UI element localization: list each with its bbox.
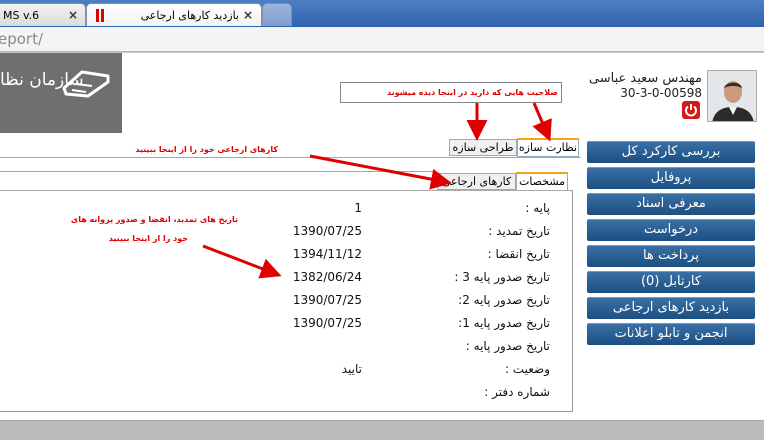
url-text: eport/ [0,30,44,48]
label-expiry-date: تاریخ انقضا : [487,247,550,261]
annotation-referred-works: کارهای ارجاعی خود را از اینجا ببینید [135,145,278,154]
label-grade: پایه : [525,201,550,215]
sidebar-item-forum[interactable]: انجمن و تابلو اعلانات [587,323,755,345]
sidebar-item-payments[interactable]: پرداخت ها [587,245,755,267]
site-favicon-icon [96,9,99,22]
label-issue-grade-1: تاریخ صدور پایه 1: [458,316,550,330]
org-name: سازمان نظا [0,70,84,90]
label-issue-grade: تاریخ صدور پایه : [465,339,550,353]
value-expiry-date: 1394/11/12 [292,247,362,261]
sidebar-item-request[interactable]: درخواست [587,219,755,241]
browser-tab-1-label: MS v.6 [3,9,40,22]
tabs-divider [0,157,581,158]
logout-button[interactable] [682,101,700,119]
tab-referred-works[interactable]: کارهای ارجاعی [437,173,516,190]
subtabs-divider [0,171,436,172]
address-bar[interactable]: eport/ [0,27,764,52]
label-issue-grade-2: تاریخ صدور پایه 2: [458,293,550,307]
value-status: تایید [341,362,362,376]
browser-tab-2[interactable]: بازدید کارهای ارجاعی × [86,3,262,26]
user-code: 30-3-0-00598 [620,86,702,100]
annotation-qualifications: صلاحیت هایی که دارید در اینجا دیده میشون… [387,88,558,97]
close-icon[interactable]: × [68,8,78,22]
value-grade: 1 [354,201,362,215]
browser-tab-1[interactable]: MS v.6 × [0,3,86,26]
value-issue-grade-2: 1390/07/25 [292,293,362,307]
user-photo-icon [708,71,756,121]
label-status: وضعیت : [504,362,550,376]
new-tab-button[interactable] [262,3,292,26]
browser-tab-2-label: بازدید کارهای ارجاعی [140,9,239,22]
label-office-number: شماره دفتر : [484,385,550,399]
value-issue-grade-3: 1382/06/24 [292,270,362,284]
sidebar-item-referred-visits[interactable]: بازدید کارهای ارجاعی [587,297,755,319]
sidebar-item-documents[interactable]: معرفی اسناد [587,193,755,215]
value-issue-grade-1: 1390/07/25 [292,316,362,330]
annotation-dates-line-2: خود را از اینجا ببینید [108,234,188,243]
tab-structure-supervision[interactable]: نظارت سازه [517,138,579,157]
annotation-dates-line-1: تاریخ های تمدید، انقضا و صدور پروانه های [70,215,238,224]
close-icon[interactable]: × [243,8,253,22]
tab-specifications[interactable]: مشخصات [516,172,568,191]
label-renewal-date: تاریخ تمدید : [488,224,550,238]
value-renewal-date: 1390/07/25 [292,224,362,238]
sidebar-item-profile[interactable]: پروفایل [587,167,755,189]
sidebar-item-overall-performance[interactable]: بررسی کارکرد کل [587,141,755,163]
tab-structure-design[interactable]: طراحی سازه [449,139,517,156]
power-icon [685,104,697,117]
user-name: مهندس سعید عباسی [588,71,702,86]
sidebar-item-cartable[interactable]: کارتابل (0) [587,271,755,293]
label-issue-grade-3: تاریخ صدور پایه 3 : [454,270,550,284]
page-footer [0,420,764,440]
avatar [707,70,757,122]
